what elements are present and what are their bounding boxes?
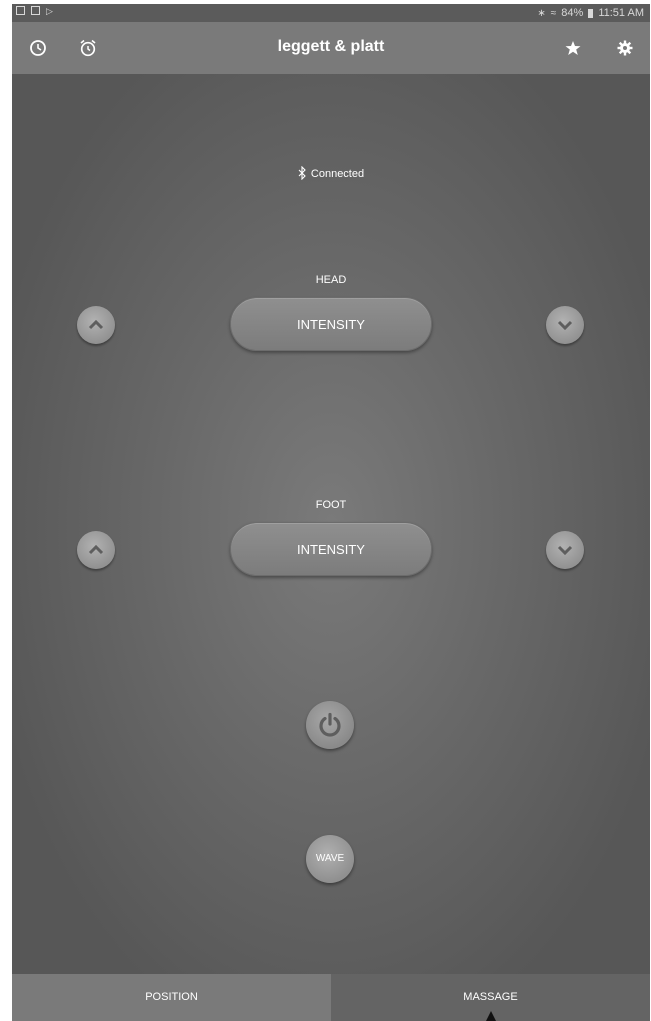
head-up-button[interactable] [77,306,115,344]
chevron-up-icon [88,320,104,330]
foot-intensity-button[interactable]: INTENSITY [230,522,432,576]
app-bar: leggett & platt [12,22,650,74]
selected-tab-indicator [485,1011,496,1021]
chevron-up-icon [88,545,104,555]
flipboard-icon [31,6,40,15]
connection-label: Connected [310,168,365,180]
wave-button[interactable]: WAVE [306,835,354,883]
foot-up-button[interactable] [77,531,115,569]
play-store-icon: ▷ [46,6,53,16]
head-label: HEAD [315,274,347,286]
bluetooth-icon: ∗ [537,7,546,19]
power-icon [319,712,341,737]
bluetooth-icon [298,165,306,181]
tab-position[interactable]: POSITION [12,974,331,1021]
power-button[interactable] [306,701,354,749]
head-down-button[interactable] [546,306,584,344]
device-screen: ▷ ∗ ≈ 84% 11:51 AM leggett & platt Conne… [12,4,650,1021]
chevron-down-icon [557,320,573,330]
massage-panel: Connected HEAD INTENSITY FOOT INTENSITY … [12,74,650,974]
battery-icon [588,8,594,18]
chevron-down-icon [557,545,573,555]
foot-label: FOOT [315,499,347,511]
settings-icon[interactable] [615,38,635,58]
tab-massage[interactable]: MASSAGE [331,974,650,1021]
status-time: 11:51 AM [598,7,644,19]
connection-status: Connected [12,165,650,181]
foot-down-button[interactable] [546,531,584,569]
battery-percent: 84% [561,7,584,19]
star-icon[interactable] [563,38,583,58]
bottom-tab-bar: POSITION MASSAGE [12,974,650,1021]
app-title: leggett & platt [277,38,385,55]
wifi-icon: ≈ [550,7,557,19]
head-intensity-button[interactable]: INTENSITY [230,297,432,351]
image-icon [16,6,25,15]
status-bar: ▷ ∗ ≈ 84% 11:51 AM [12,4,650,22]
tab-position-label: POSITION [145,991,198,1003]
tab-massage-label: MASSAGE [463,991,518,1003]
